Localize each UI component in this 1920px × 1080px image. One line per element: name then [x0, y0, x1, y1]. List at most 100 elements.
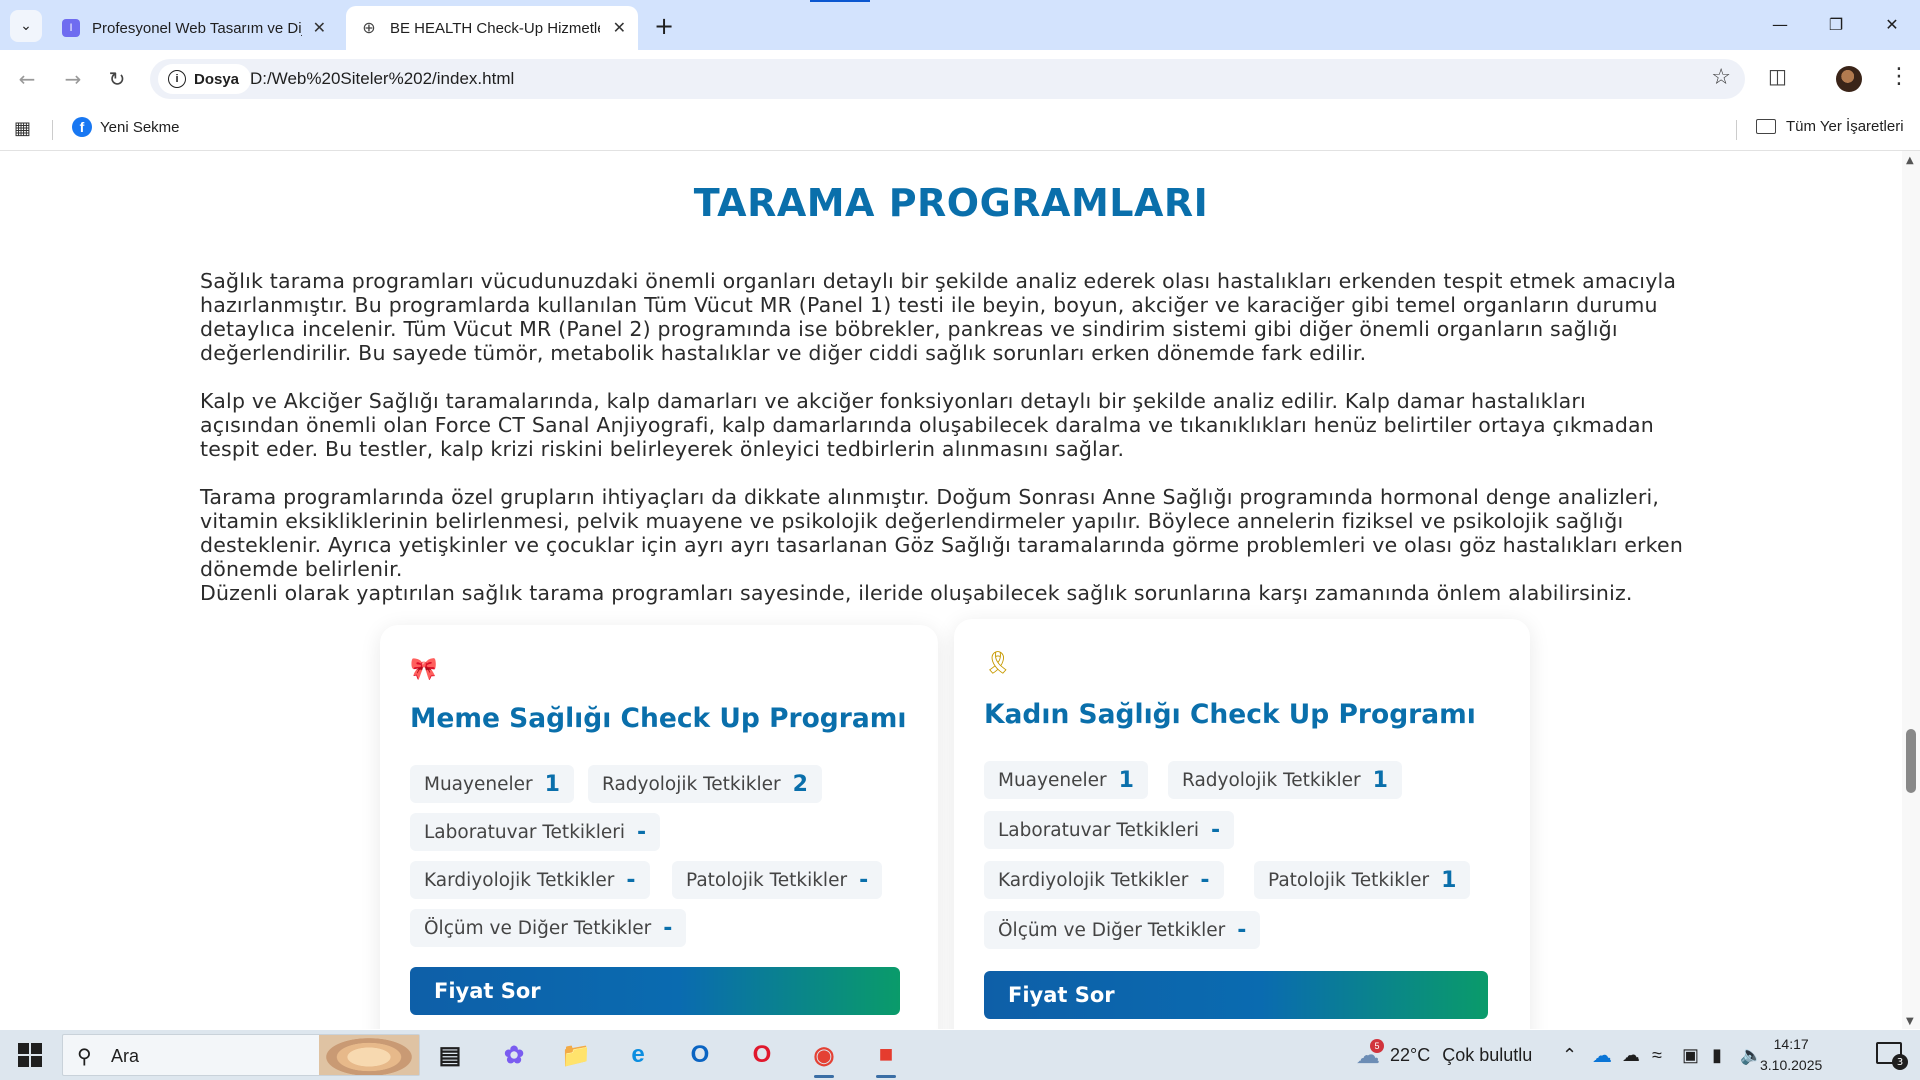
browser-toolbar: ← → ↻ i Dosya D:/Web%20Siteler%202/index…	[0, 50, 1920, 108]
all-bookmarks-button[interactable]: Tüm Yer İşaretleri	[1756, 118, 1904, 135]
card-title: Meme Sağlığı Check Up Programı	[410, 703, 907, 734]
site-info-label: Dosya	[194, 70, 240, 88]
tab-drag-indicator	[810, 0, 870, 2]
item-pill: Ölçüm ve Diğer Tetkikler -	[410, 909, 687, 947]
url-text[interactable]: D:/Web%20Siteler%202/index.html	[250, 69, 514, 89]
bookmark-star-icon[interactable]: ☆	[1711, 65, 1731, 90]
taskbar-search[interactable]: ⚲ Ara	[62, 1034, 420, 1076]
all-bookmarks-label: Tüm Yer İşaretleri	[1786, 118, 1904, 135]
windows-start-icon[interactable]	[18, 1043, 42, 1067]
scroll-down-icon[interactable]: ▼	[1906, 1016, 1914, 1027]
item-value: 1	[1441, 867, 1457, 893]
paragraph: Sağlık tarama programları vücudunuzdaki …	[200, 269, 1677, 365]
facebook-icon: f	[72, 117, 92, 137]
item-pill: Kardiyolojik Tetkikler -	[410, 861, 650, 899]
weather-temp: 22°C	[1390, 1044, 1431, 1065]
device-icon[interactable]: ▣	[1682, 1030, 1699, 1080]
ribbon-icon: 🎗	[984, 651, 1012, 676]
restore-button[interactable]: ❐	[1808, 0, 1864, 48]
divider	[1736, 120, 1737, 140]
info-icon: i	[168, 70, 186, 88]
item-pill: Patolojik Tetkikler -	[672, 861, 883, 899]
tab-be-health[interactable]: ⊕ BE HEALTH Check-Up Hizmetleri ✕	[346, 6, 638, 50]
apps-grid-icon[interactable]: ▦	[14, 118, 31, 139]
item-value: 1	[1372, 767, 1388, 793]
item-label: Radyolojik Tetkikler	[602, 773, 781, 795]
card-title: Kadın Sağlığı Check Up Programı	[984, 699, 1476, 730]
clock-date: 3.10.2025	[1760, 1057, 1823, 1073]
wifi-icon[interactable]: ≈	[1652, 1030, 1662, 1080]
divider	[52, 120, 53, 140]
window-controls: — ❐ ✕	[1752, 0, 1920, 48]
item-label: Radyolojik Tetkikler	[1182, 769, 1361, 791]
extensions-icon[interactable]: ◫	[1768, 64, 1787, 88]
item-label: Patolojik Tetkikler	[686, 869, 848, 891]
ask-price-button[interactable]: Fiyat Sor	[410, 967, 900, 1015]
paragraph: Tarama programlarında özel grupların iht…	[200, 485, 1684, 581]
address-bar[interactable]: i Dosya D:/Web%20Siteler%202/index.html …	[150, 59, 1745, 99]
taskbar-search-label: Ara	[111, 1046, 140, 1066]
ask-price-button[interactable]: Fiyat Sor	[984, 971, 1488, 1019]
clock-time: 14:17	[1773, 1036, 1809, 1052]
opera-icon[interactable]: O	[742, 1036, 782, 1074]
section-title: TARAMA PROGRAMLARI	[693, 181, 1209, 225]
file-explorer-icon[interactable]: 📁	[556, 1036, 596, 1074]
notification-count: 3	[1892, 1054, 1908, 1070]
item-value: -	[859, 867, 869, 893]
tab-title: BE HEALTH Check-Up Hizmetleri	[390, 19, 600, 37]
item-label: Kardiyolojik Tetkikler	[424, 869, 615, 891]
item-pill: Laboratuvar Tetkikleri -	[984, 811, 1235, 849]
item-label: Ölçüm ve Diğer Tetkikler	[998, 919, 1226, 941]
red-app-icon[interactable]: ■	[866, 1036, 906, 1078]
bookmark-label: Yeni Sekme	[100, 118, 180, 136]
item-value: -	[663, 915, 673, 941]
chevron-up-icon[interactable]: ⌃	[1562, 1030, 1577, 1080]
chrome-icon[interactable]: ◉	[804, 1036, 844, 1078]
item-value: 1	[544, 771, 560, 797]
tab-search-chevron-icon[interactable]: ⌄	[10, 10, 42, 42]
clock[interactable]: 14:17 3.10.2025	[1760, 1034, 1822, 1076]
copilot-icon[interactable]: ✿	[494, 1036, 534, 1074]
program-card-meme: 🎀 Meme Sağlığı Check Up Programı Muayene…	[380, 625, 938, 1029]
outlook-icon[interactable]: O	[680, 1036, 720, 1074]
scrollbar-thumb[interactable]	[1906, 729, 1916, 793]
page-viewport: TARAMA PROGRAMLARI Sağlık tarama program…	[0, 151, 1902, 1029]
tab-close-icon[interactable]: ✕	[613, 18, 626, 38]
item-label: Muayeneler	[424, 773, 533, 795]
cloud-sync-icon[interactable]: ☁	[1622, 1030, 1640, 1080]
tab-web-tasarim[interactable]: I Profesyonel Web Tasarım ve Dijital ✕	[48, 6, 338, 50]
item-value: 1	[1118, 767, 1134, 793]
task-view-icon[interactable]: ▤	[430, 1036, 470, 1074]
scroll-up-icon[interactable]: ▲	[1906, 155, 1914, 166]
search-highlight-image	[319, 1035, 419, 1075]
close-window-button[interactable]: ✕	[1864, 0, 1920, 48]
bookmarks-bar: ▦ f Yeni Sekme Tüm Yer İşaretleri	[0, 108, 1920, 151]
item-pill: Kardiyolojik Tetkikler -	[984, 861, 1224, 899]
tab-strip: ⌄ I Profesyonel Web Tasarım ve Dijital ✕…	[0, 0, 1920, 50]
program-card-kadin: 🎗 Kadın Sağlığı Check Up Programı Muayen…	[954, 619, 1530, 1029]
battery-icon[interactable]: ▮	[1712, 1030, 1722, 1080]
weather-desc: Çok bulutlu	[1442, 1044, 1533, 1065]
tab-title: Profesyonel Web Tasarım ve Dijital	[92, 19, 302, 37]
bookmark-yeni-sekme[interactable]: f Yeni Sekme	[72, 117, 180, 137]
search-icon: ⚲	[77, 1044, 92, 1068]
item-pill: Muayeneler 1	[984, 761, 1148, 799]
onedrive-icon[interactable]: ☁	[1592, 1030, 1612, 1080]
profile-avatar[interactable]	[1836, 66, 1862, 92]
weather-widget[interactable]: ☁ 5 22°C Çok bulutlu	[1356, 1030, 1532, 1080]
new-tab-button[interactable]: +	[654, 12, 674, 40]
page-scrollbar[interactable]: ▲ ▼	[1902, 151, 1920, 1029]
item-label: Muayeneler	[998, 769, 1107, 791]
cloud-icon: ☁ 5	[1356, 1038, 1384, 1070]
back-button[interactable]: ←	[12, 64, 42, 94]
minimize-button[interactable]: —	[1752, 0, 1808, 48]
forward-button[interactable]: →	[58, 64, 88, 94]
browser-menu-icon[interactable]: ⋮	[1888, 64, 1910, 89]
edge-icon[interactable]: e	[618, 1036, 658, 1074]
site-info-chip[interactable]: i Dosya	[158, 64, 252, 94]
item-label: Laboratuvar Tetkikleri	[998, 819, 1200, 841]
reload-button[interactable]: ↻	[102, 64, 132, 94]
weather-badge: 5	[1370, 1038, 1384, 1053]
tab-close-icon[interactable]: ✕	[313, 18, 326, 38]
paragraph: Düzenli olarak yaptırılan sağlık tarama …	[200, 581, 1633, 605]
